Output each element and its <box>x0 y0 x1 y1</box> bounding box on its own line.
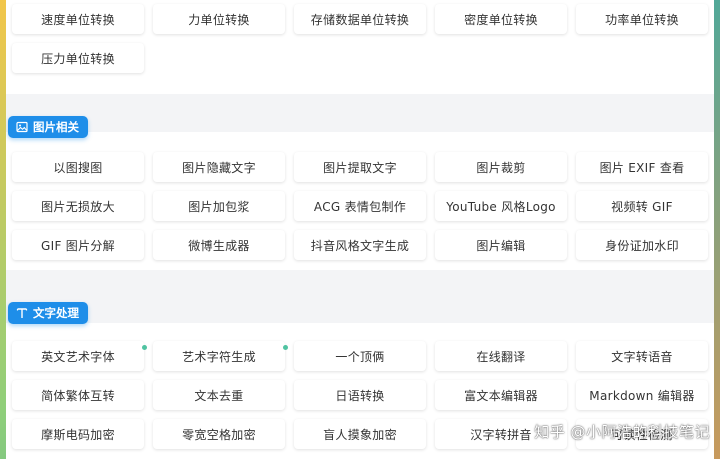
tool-button[interactable]: 简体繁体互转 <box>12 380 144 410</box>
text-section-title: 文字处理 <box>33 306 79 320</box>
tool-button[interactable]: YouTube 风格Logo <box>435 191 567 221</box>
tool-button[interactable]: 在线翻译 <box>435 341 567 371</box>
tool-button[interactable]: 图片编辑 <box>435 230 567 260</box>
tool-button[interactable]: 英文艺术字体 <box>12 341 147 371</box>
text-section-badge: 文字处理 <box>8 302 88 324</box>
tool-button[interactable]: 图片提取文字 <box>294 152 426 182</box>
tool-button[interactable]: 盲人摸象加密 <box>294 419 426 449</box>
tool-button[interactable]: 摩斯电码加密 <box>12 419 144 449</box>
page: { "sections": { "units": { "items": ["速度… <box>0 0 720 459</box>
tool-button[interactable]: 零宽空格加密 <box>153 419 285 449</box>
units-tool-grid: 速度单位转换 力单位转换 存储数据单位转换 密度单位转换 功率单位转换压力单位转换 <box>12 4 708 73</box>
image-section: 以图搜图 图片隐藏文字 图片提取文字 图片裁剪 图片 EXIF 查看图片无损放大 图片加包… <box>6 132 714 270</box>
image-section-badge: 图片相关 <box>8 116 88 138</box>
tool-button[interactable]: 富文本编辑器 <box>435 380 567 410</box>
tool-button[interactable]: 压力单位转换 <box>12 43 144 73</box>
tool-button[interactable]: 存储数据单位转换 <box>294 4 426 34</box>
tool-button[interactable]: 文字转语音 <box>576 341 708 371</box>
tool-button[interactable]: 抖音风格文字生成 <box>294 230 426 260</box>
tool-button[interactable]: 图片裁剪 <box>435 152 567 182</box>
tool-button[interactable]: 日语转换 <box>294 380 426 410</box>
watermark: 知乎 @小阿浩的科技笔记 <box>534 423 710 441</box>
tool-button[interactable]: 以图搜图 <box>12 152 144 182</box>
image-icon <box>16 121 28 133</box>
tool-button[interactable]: 文本去重 <box>153 380 285 410</box>
tool-button[interactable]: 身份证加水印 <box>576 230 708 260</box>
tool-button[interactable]: 密度单位转换 <box>435 4 567 34</box>
tools-panel: 速度单位转换 力单位转换 存储数据单位转换 密度单位转换 功率单位转换压力单位转换 以图… <box>6 0 714 459</box>
text-icon <box>16 307 28 319</box>
tool-button[interactable]: 图片加包浆 <box>153 191 285 221</box>
tool-button[interactable]: 图片 EXIF 查看 <box>576 152 708 182</box>
tool-button[interactable]: 力单位转换 <box>153 4 285 34</box>
tool-button[interactable]: Markdown 编辑器 <box>576 380 708 410</box>
tool-button[interactable]: 一个顶俩 <box>294 341 426 371</box>
new-indicator-dot <box>283 345 288 350</box>
tool-button[interactable]: 视频转 GIF <box>576 191 708 221</box>
tool-button[interactable]: 微博生成器 <box>153 230 285 260</box>
new-indicator-dot <box>142 345 147 350</box>
tool-button[interactable]: 功率单位转换 <box>576 4 708 34</box>
tool-button[interactable]: ACG 表情包制作 <box>294 191 426 221</box>
tool-button[interactable]: GIF 图片分解 <box>12 230 144 260</box>
units-section: 速度单位转换 力单位转换 存储数据单位转换 密度单位转换 功率单位转换压力单位转换 <box>6 0 714 94</box>
image-section-title: 图片相关 <box>33 120 79 134</box>
tool-button[interactable]: 艺术字符生成 <box>153 341 288 371</box>
tool-button[interactable]: 图片无损放大 <box>12 191 144 221</box>
tool-button[interactable]: 速度单位转换 <box>12 4 144 34</box>
image-tool-grid: 以图搜图 图片隐藏文字 图片提取文字 图片裁剪 图片 EXIF 查看图片无损放大 图片加包… <box>12 152 708 260</box>
tool-button[interactable]: 图片隐藏文字 <box>153 152 285 182</box>
